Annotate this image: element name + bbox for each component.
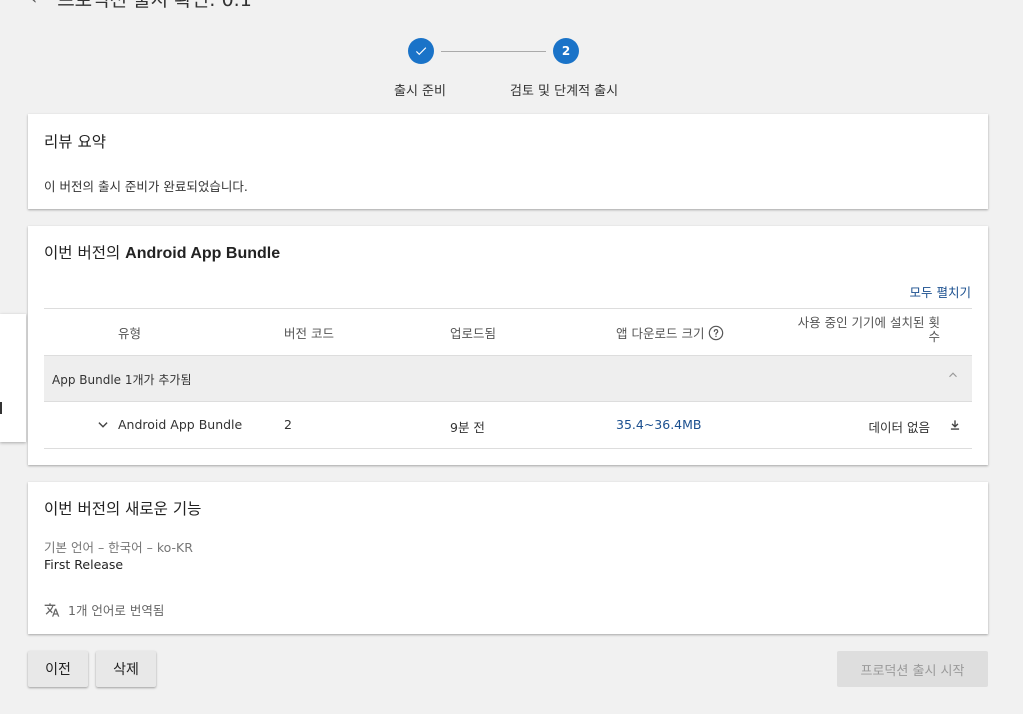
bundle-type-cell: Android App Bundle bbox=[118, 417, 243, 432]
start-rollout-button[interactable]: 프로덕션 출시 시작 bbox=[837, 651, 988, 687]
col-version-code-header: 버전 코드 bbox=[284, 326, 334, 341]
col-installs-header: 사용 중인 기기에 설치된 횟수 bbox=[797, 315, 940, 344]
expand-all-link[interactable]: 모두 펼치기 bbox=[910, 282, 971, 301]
back-arrow-icon[interactable]: ‹ bbox=[30, 0, 37, 9]
help-icon[interactable] bbox=[708, 325, 724, 341]
app-bundle-card: 이번 버전의 Android App Bundle 모두 펼치기 유형 버전 코… bbox=[28, 226, 988, 465]
download-size-cell[interactable]: 35.4~36.4MB bbox=[616, 417, 702, 432]
translate-icon bbox=[44, 602, 60, 617]
step-2-number[interactable]: 2 bbox=[553, 38, 579, 64]
step-1-label: 출시 준비 bbox=[394, 84, 446, 99]
translated-count: 1개 언어로 번역됨 bbox=[68, 603, 165, 618]
whats-new-card: 이번 버전의 새로운 기능 기본 언어 – 한국어 – ko-KR First … bbox=[28, 482, 988, 634]
previous-button[interactable]: 이전 bbox=[28, 651, 88, 687]
default-language-label: 기본 언어 – 한국어 – ko-KR bbox=[44, 540, 193, 555]
download-icon[interactable] bbox=[948, 417, 962, 433]
table-divider bbox=[44, 448, 972, 449]
side-panel bbox=[0, 314, 26, 442]
translation-info: 1개 언어로 번역됨 bbox=[44, 600, 164, 619]
installs-cell: 데이터 없음 bbox=[868, 420, 930, 435]
uploaded-cell: 9분 전 bbox=[450, 420, 485, 435]
bundle-group-label: App Bundle 1개가 추가됨 bbox=[52, 373, 192, 387]
delete-button[interactable]: 삭제 bbox=[96, 651, 156, 687]
col-download-size-header: 앱 다운로드 크기 bbox=[616, 323, 724, 342]
col-uploaded-header: 업로드됨 bbox=[450, 326, 497, 341]
step-1-done-check-icon[interactable] bbox=[408, 38, 434, 64]
bundle-group-row[interactable]: App Bundle 1개가 추가됨 bbox=[44, 356, 972, 401]
step-2-label: 검토 및 단계적 출시 bbox=[510, 84, 619, 99]
page-title: 프로덕션 출시 확인: 0.1 bbox=[57, 0, 252, 12]
table-divider bbox=[44, 401, 972, 402]
page-header: ‹ 프로덕션 출시 확인: 0.1 bbox=[30, 0, 252, 12]
col-type-header: 유형 bbox=[118, 326, 142, 341]
side-panel-handle[interactable] bbox=[0, 402, 2, 414]
whats-new-title: 이번 버전의 새로운 기능 bbox=[44, 500, 202, 518]
release-notes-text: First Release bbox=[44, 557, 124, 572]
chevron-down-icon[interactable] bbox=[96, 419, 110, 431]
version-code-cell: 2 bbox=[284, 417, 292, 432]
app-bundle-title: 이번 버전의 Android App Bundle bbox=[44, 244, 281, 262]
table-divider bbox=[44, 308, 972, 309]
review-summary-card: 리뷰 요약 이 버전의 출시 준비가 완료되었습니다. bbox=[28, 114, 988, 209]
review-summary-message: 이 버전의 출시 준비가 완료되었습니다. bbox=[44, 179, 248, 194]
stepper: 2 출시 준비 검토 및 단계적 출시 bbox=[0, 38, 1023, 108]
chevron-up-icon[interactable] bbox=[946, 368, 960, 382]
step-connector bbox=[441, 51, 546, 52]
review-summary-title: 리뷰 요약 bbox=[44, 133, 106, 151]
